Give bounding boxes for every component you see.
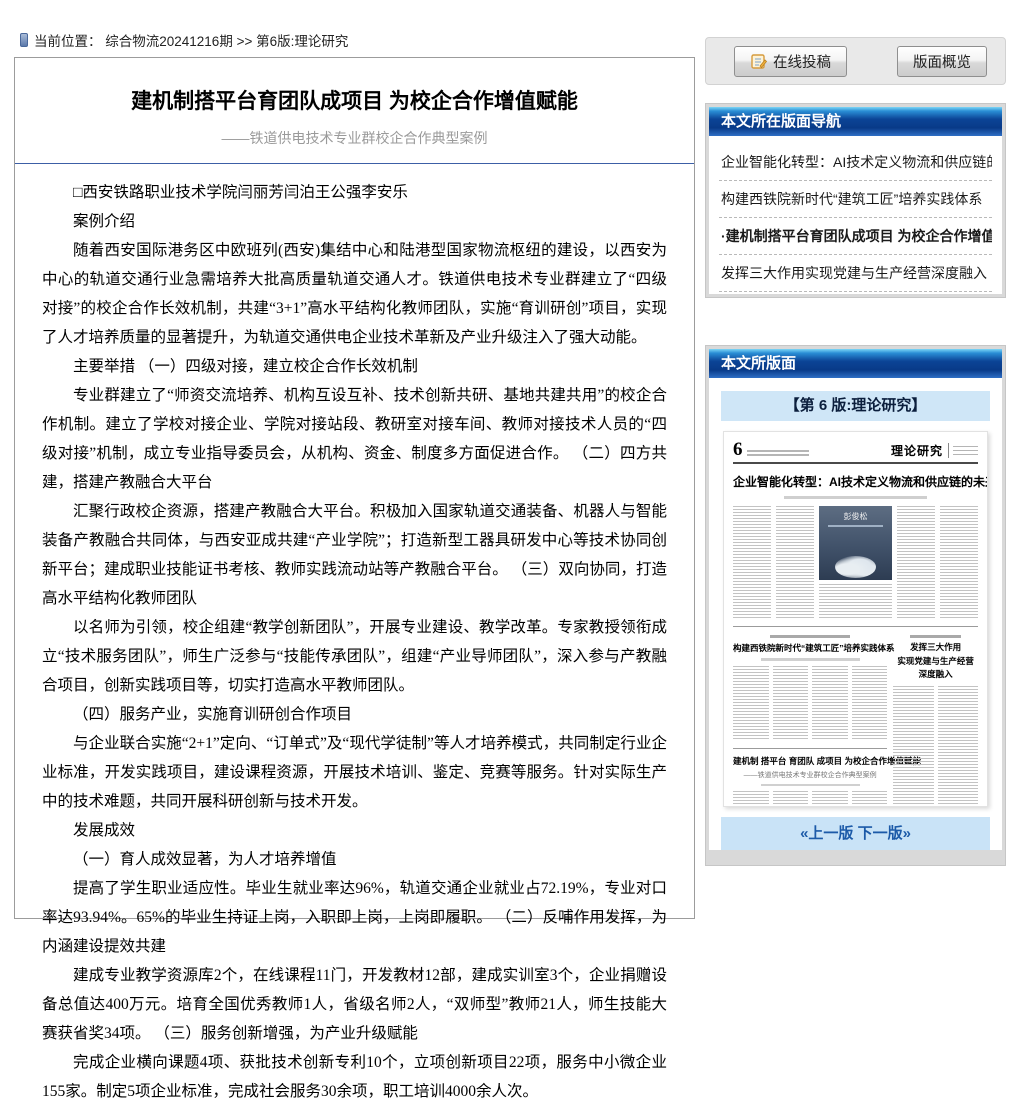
page-nav-panel: 本文所在版面导航 企业智能化转型：AI技术定义物流和供应链的 构建西铁院新时代“… — [705, 103, 1006, 298]
preview-photo: 彭俊松 — [819, 506, 891, 580]
preview-masthead: 6 理论研究 — [733, 440, 978, 459]
article-paragraph: 案例介绍 — [42, 207, 667, 236]
article-body: □西安铁路职业技术学院闫丽芳闫泊王公强李安乐 案例介绍 随着西安国际港务区中欧班… — [42, 178, 667, 1106]
preview-text-column — [776, 506, 814, 618]
preview-masthead-meta — [747, 448, 809, 459]
preview-byline-2 — [761, 658, 860, 661]
article-paragraph: （四）服务产业，实施育训研创合作项目 — [42, 700, 667, 729]
article-paragraph: 完成企业横向课题4项、获批技术创新专利10个，立项创新项目22项，服务中小微企业… — [42, 1048, 667, 1106]
preview-text-columns — [733, 666, 887, 740]
online-submit-button[interactable]: 在线投稿 — [734, 46, 847, 77]
preview-headline-3: 发挥三大作用 实现党建与生产经营深度融入 — [893, 641, 978, 682]
newspaper-page-thumbnail[interactable]: 6 理论研究 企业智能化转型：AI技术定义物流和供应链的未来 — [723, 431, 988, 807]
layout-overview-label: 版面概览 — [913, 51, 971, 72]
nav-link-article-4[interactable]: 发挥三大作用实现党建与生产经营深度融入 — [719, 255, 992, 292]
article-paragraph: 主要举措 （一）四级对接，建立校企合作长效机制 — [42, 352, 667, 381]
preview-text-column — [733, 506, 771, 618]
preview-text-columns — [893, 686, 978, 807]
article-paragraph: 专业群建立了“师资交流培养、机构互设互补、技术创新共研、基地共建共用”的校企合作… — [42, 381, 667, 497]
page-layout-panel: 本文所版面 【第 6 版:理论研究】 6 理论研究 企业智能化转型：A — [705, 345, 1006, 866]
article-paragraph: 提高了学生职业适应性。毕业生就业率达96%，轨道交通企业就业占72.19%，专业… — [42, 874, 667, 961]
preview-byline-1 — [784, 496, 926, 499]
nav-link-article-2[interactable]: 构建西铁院新时代“建筑工匠”培养实践体系 — [719, 181, 992, 218]
nav-link-list: 企业智能化转型：AI技术定义物流和供应链的 构建西铁院新时代“建筑工匠”培养实践… — [709, 136, 1002, 294]
preview-text-column — [897, 506, 935, 618]
preview-section-title: 理论研究 — [891, 442, 943, 459]
article-panel: 建机制搭平台育团队成项目 为校企合作增值赋能 ——铁道供电技术专业群校企合作典型… — [14, 57, 695, 919]
nav-panel-header: 本文所在版面导航 — [709, 107, 1002, 136]
title-divider — [15, 163, 694, 164]
preview-headline-4-sub: ——铁道供电技术专业群校企合作典型案例 — [733, 770, 887, 780]
preview-headline-3-line1: 发挥三大作用 — [893, 641, 978, 655]
preview-masthead-box — [948, 443, 978, 458]
edition-label: 【第 6 版:理论研究】 — [721, 391, 990, 421]
article-paragraph: 以名师为引领，校企组建“教学创新团队”，开展专业建设、教学改革。专家教授领衔成立… — [42, 613, 667, 700]
article-paragraph: 发展成效 — [42, 816, 667, 845]
preview-kicker-bar — [910, 635, 961, 638]
breadcrumb-bullet-icon — [20, 33, 28, 47]
preview-headline-3-line2: 实现党建与生产经营深度融入 — [893, 655, 978, 682]
layout-panel-header: 本文所版面 — [709, 349, 1002, 378]
article-subtitle: ——铁道供电技术专业群校企合作典型案例 — [42, 128, 667, 148]
prev-next-page-link[interactable]: «上一版 下一版» — [721, 817, 990, 850]
article-paragraph: □西安铁路职业技术学院闫丽芳闫泊王公强李安乐 — [42, 178, 667, 207]
preview-text-column — [940, 506, 978, 618]
preview-headline-1: 企业智能化转型：AI技术定义物流和供应链的未来 — [733, 473, 978, 490]
online-submit-label: 在线投稿 — [773, 51, 831, 72]
notepad-icon — [750, 53, 767, 70]
preview-headline-2: 构建西铁院新时代“建筑工匠”培养实践体系 — [733, 642, 887, 654]
preview-photo-caption-line — [828, 525, 883, 527]
preview-masthead-rule — [733, 462, 978, 464]
nav-link-article-1[interactable]: 企业智能化转型：AI技术定义物流和供应链的 — [719, 144, 992, 181]
article-paragraph: 建成专业教学资源库2个，在线课程11门，开发教材12部，建成实训室3个，企业捐赠… — [42, 961, 667, 1048]
preview-section-1: 彭俊松 — [733, 506, 978, 618]
preview-section-rule — [733, 748, 887, 749]
preview-page-number: 6 — [733, 440, 743, 459]
sidebar-toolbar: 在线投稿 版面概览 — [705, 37, 1006, 85]
preview-text-columns — [733, 791, 887, 807]
nav-link-article-3-current[interactable]: ·建机制搭平台育团队成项目 为校企合作增值 — [719, 218, 992, 255]
preview-byline-3 — [761, 784, 860, 787]
preview-lower-area: 构建西铁院新时代“建筑工匠”培养实践体系 建机制 搭平台 育团队 成项目 为校企… — [733, 633, 978, 807]
preview-section-rule — [733, 626, 978, 627]
preview-headline-4: 建机制 搭平台 育团队 成项目 为校企合作增值赋能 — [733, 755, 887, 767]
article-paragraph: 汇聚行政校企资源，搭建产教融合大平台。积极加入国家轨道交通装备、机器人与智能装备… — [42, 497, 667, 613]
preview-photo-caption: 彭俊松 — [819, 513, 891, 521]
article-paragraph: （一）育人成效显著，为人才培养增值 — [42, 845, 667, 874]
preview-kicker-bar — [770, 635, 850, 638]
preview-photo-flowers — [835, 556, 876, 578]
breadcrumb: 当前位置： 综合物流20241216期 >> 第6版:理论研究 — [20, 31, 348, 49]
article-paragraph: 与企业联合实施“2+1”定向、“订单式”及“现代学徒制”等人才培养模式，共同制定… — [42, 729, 667, 816]
page-title: 建机制搭平台育团队成项目 为校企合作增值赋能 — [42, 85, 667, 115]
article-paragraph: 随着西安国际港务区中欧班列(西安)集结中心和陆港型国家物流枢纽的建设，以西安为中… — [42, 236, 667, 352]
preview-text-column — [819, 584, 891, 618]
layout-overview-button[interactable]: 版面概览 — [897, 46, 987, 77]
breadcrumb-text: 当前位置： 综合物流20241216期 >> 第6版:理论研究 — [34, 30, 348, 50]
preview-photo-column: 彭俊松 — [819, 506, 891, 618]
